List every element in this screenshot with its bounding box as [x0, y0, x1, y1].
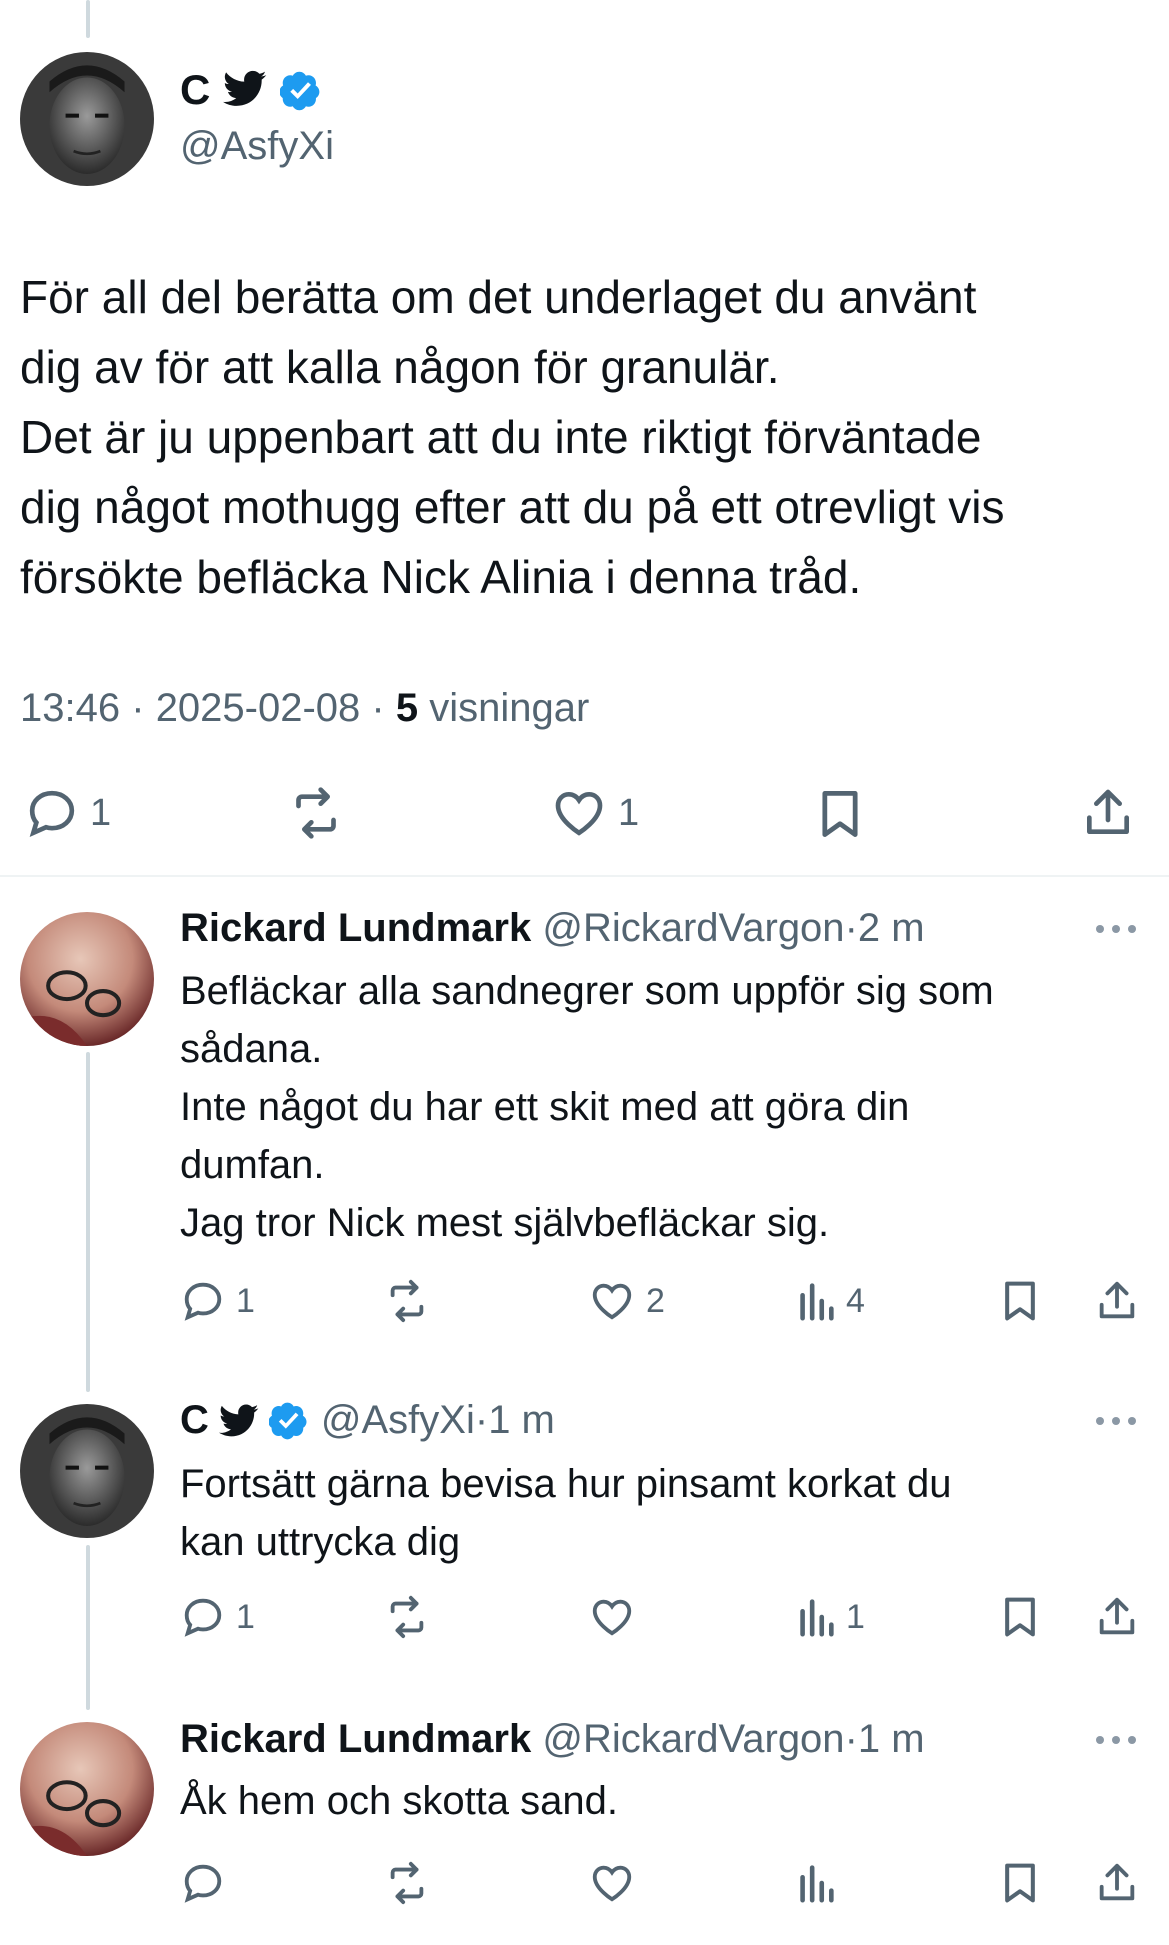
bird-icon [218, 1404, 259, 1438]
reply-header: Rickard Lundmark @RickardVargon·2 m [180, 906, 925, 951]
views-count: 4 [846, 1281, 865, 1320]
retweet-icon [382, 1594, 432, 1640]
divider [0, 875, 1169, 877]
views-icon [796, 1860, 836, 1906]
bird-icon [223, 70, 267, 108]
reply-handle[interactable]: @AsfyXi [321, 1398, 475, 1443]
separator: · [474, 1398, 489, 1442]
heart-icon [588, 1860, 636, 1906]
tweet-time[interactable]: 13:46 [20, 686, 120, 730]
like-button[interactable]: 2 [588, 1278, 665, 1324]
share-icon [1080, 784, 1136, 842]
avatar-rickard[interactable] [20, 912, 154, 1046]
bookmark-button[interactable] [998, 1592, 1042, 1642]
bookmark-button[interactable] [814, 784, 866, 844]
main-tweet-meta: 13:46 · 2025-02-08 · 5 visningar [20, 686, 589, 731]
share-button[interactable] [1094, 1592, 1140, 1642]
heart-icon [588, 1278, 636, 1324]
reply-button[interactable]: 1 [180, 1278, 255, 1324]
bookmark-button[interactable] [998, 1276, 1042, 1326]
reply-count: 1 [236, 1597, 255, 1636]
reply-text: Åk hem och skotta sand. [180, 1779, 619, 1823]
heart-icon [550, 785, 608, 841]
heart-icon [588, 1594, 636, 1640]
bookmark-button[interactable] [998, 1858, 1042, 1908]
separator: · [131, 686, 145, 730]
reply-text: Fortsätt gärna bevisa hur pinsamt korkat… [180, 1462, 952, 1564]
thread-line-top [86, 0, 90, 38]
reply-icon [180, 1594, 226, 1640]
share-button[interactable] [1094, 1858, 1140, 1908]
bookmark-icon [998, 1276, 1042, 1326]
avatar-rickard[interactable] [20, 1722, 154, 1856]
views-label: visningar [429, 686, 590, 730]
reply-header: Rickard Lundmark @RickardVargon·1 m [180, 1717, 925, 1762]
reply-handle[interactable]: @RickardVargon [542, 1717, 844, 1761]
like-button[interactable] [588, 1594, 646, 1640]
reply-header: C @AsfyXi · 1 m [180, 1398, 555, 1443]
retweet-button[interactable] [382, 1278, 432, 1324]
reply-time[interactable]: 1 m [488, 1398, 555, 1443]
views-icon [796, 1278, 836, 1324]
reply-time[interactable]: 2 m [858, 906, 925, 950]
reply-count: 1 [90, 791, 112, 834]
reply-time[interactable]: 1 m [858, 1717, 925, 1761]
reply-count: 1 [236, 1281, 255, 1320]
views-count: 1 [846, 1597, 865, 1636]
reply-button[interactable]: 1 [180, 1594, 255, 1640]
views-button[interactable]: 1 [796, 1594, 865, 1640]
views-icon [796, 1594, 836, 1640]
more-icon[interactable] [1092, 916, 1140, 947]
reply-icon [180, 1278, 226, 1324]
like-button[interactable] [588, 1860, 646, 1906]
verified-badge-icon [268, 1401, 309, 1441]
retweet-icon [382, 1278, 432, 1324]
more-icon[interactable] [1092, 1408, 1140, 1439]
retweet-button[interactable] [382, 1860, 432, 1906]
thread-line-reply-1 [86, 1052, 90, 1392]
like-count: 1 [618, 791, 640, 834]
reply-display-name[interactable]: Rickard Lundmark [180, 1717, 531, 1761]
retweet-button[interactable] [382, 1594, 432, 1640]
more-icon[interactable] [1092, 1727, 1140, 1758]
reply-display-name[interactable]: Rickard Lundmark [180, 906, 531, 950]
retweet-icon [382, 1860, 432, 1906]
share-icon [1094, 1592, 1140, 1642]
retweet-icon [286, 785, 346, 841]
bookmark-icon [998, 1592, 1042, 1642]
avatar-c[interactable] [20, 52, 154, 186]
main-tweet-text: För all del berätta om det underlaget du… [20, 271, 1005, 603]
separator: · [844, 1717, 858, 1761]
reply-icon [24, 785, 80, 841]
bookmark-icon [998, 1858, 1042, 1908]
reply-button[interactable]: 1 [24, 785, 111, 841]
reply-icon [180, 1860, 226, 1906]
retweet-button[interactable] [286, 785, 346, 841]
reply-button[interactable] [180, 1860, 236, 1906]
like-count: 2 [646, 1281, 665, 1320]
views-button[interactable] [796, 1860, 846, 1906]
avatar-c[interactable] [20, 1404, 154, 1538]
like-button[interactable]: 1 [550, 785, 639, 841]
separator: · [844, 906, 858, 950]
reply-display-name[interactable]: C [180, 1398, 209, 1443]
share-icon [1094, 1276, 1140, 1326]
share-icon [1094, 1858, 1140, 1908]
reply-text: Befläckar alla sandnegrer som uppför sig… [180, 969, 994, 1245]
reply-handle[interactable]: @RickardVargon [542, 906, 844, 950]
share-button[interactable] [1080, 784, 1136, 842]
verified-badge-icon [280, 70, 322, 112]
tweet-date[interactable]: 2025-02-08 [156, 686, 361, 730]
bookmark-icon [814, 784, 866, 844]
views-button[interactable]: 4 [796, 1278, 865, 1324]
main-display-name[interactable]: C [180, 66, 210, 114]
thread-line-reply-2 [86, 1545, 90, 1710]
separator: · [371, 686, 385, 730]
main-handle[interactable]: @AsfyXi [180, 124, 334, 169]
views-count: 5 [395, 686, 419, 730]
share-button[interactable] [1094, 1276, 1140, 1326]
